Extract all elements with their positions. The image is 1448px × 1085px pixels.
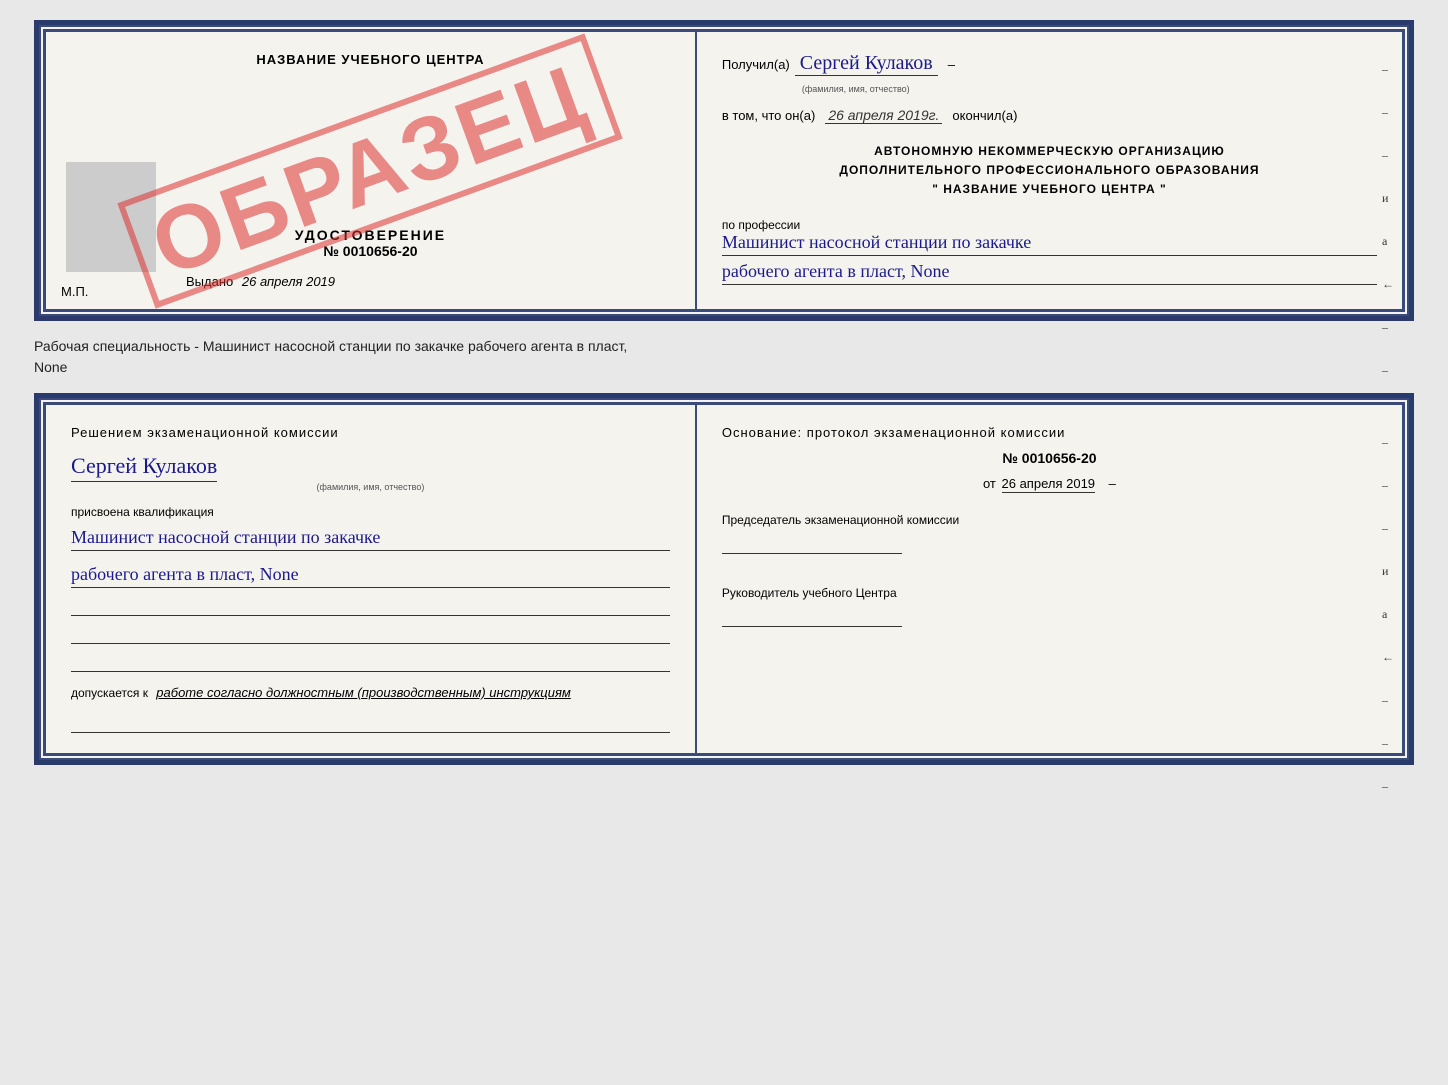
protocol-date-value: 26 апреля 2019 [1002,476,1096,493]
allowed-section: допускается к работе согласно должностны… [71,685,670,700]
protocol-date: от 26 апреля 2019 – [722,476,1377,491]
dash1: – [948,57,955,72]
date-prefix: в том, что он(а) [722,108,815,123]
chairman-section: Председатель экзаменационной комиссии [722,511,1377,554]
allowed-text: работе согласно должностным (производств… [156,685,571,700]
allowed-prefix: допускается к [71,686,148,700]
separator-text: Рабочая специальность - Машинист насосно… [34,331,1414,383]
certificate-label: УДОСТОВЕРЕНИЕ [71,227,670,243]
director-signature-line [722,602,902,627]
bottom-fio-sublabel: (фамилия, имя, отчество) [71,482,670,492]
protocol-number: № 0010656-20 [722,450,1377,466]
photo-placeholder [66,162,156,272]
certificate-number: № 0010656-20 [71,243,670,259]
commission-title: Решением экзаменационной комиссии [71,425,670,440]
date-suffix: окончил(а) [952,108,1017,123]
profession-line2: рабочего агента в пласт, None [722,261,1377,285]
protocol-date-prefix: от [983,476,996,491]
qualification-line1: Машинист насосной станции по закачке [71,527,670,551]
separator-line1: Рабочая специальность - Машинист насосно… [34,336,1414,357]
underline4 [71,713,670,733]
chairman-title: Председатель экзаменационной комиссии [722,511,1377,529]
obrazec-stamp: ОБРАЗЕЦ [118,33,623,308]
basis-title: Основание: протокол экзаменационной коми… [722,425,1377,440]
fio-sublabel: (фамилия, имя, отчество) [722,84,1377,94]
recipient-name: Сергей Кулаков [795,52,938,76]
mp-label: М.П. [61,284,88,299]
profession-label: по профессии [722,218,1377,232]
chairman-signature-line [722,529,902,554]
profession-line1: Машинист насосной станции по закачке [722,232,1377,256]
org-line3: " НАЗВАНИЕ УЧЕБНОГО ЦЕНТРА " [722,180,1377,199]
profession-section: по профессии Машинист насосной станции п… [722,218,1377,285]
received-line: Получил(а) Сергей Кулаков – [722,52,1377,76]
separator-line2: None [34,357,1414,378]
training-center-title: НАЗВАНИЕ УЧЕБНОГО ЦЕНТРА [256,52,484,67]
org-line2: ДОПОЛНИТЕЛЬНОГО ПРОФЕССИОНАЛЬНОГО ОБРАЗО… [722,161,1377,180]
certificate-left-panel: НАЗВАНИЕ УЧЕБНОГО ЦЕНТРА УДОСТОВЕРЕНИЕ №… [46,32,697,309]
qualification-label: присвоена квалификация [71,505,670,519]
issued-date: 26 апреля 2019 [242,274,335,289]
right-dashes: – – – и а ← – – [1382,62,1394,378]
director-title: Руководитель учебного Центра [722,584,1377,602]
issued-line: Выдано 26 апреля 2019 [71,274,670,289]
bottom-right-dashes: – – – и а ← – – – [1382,435,1394,794]
issued-label: Выдано [186,274,233,289]
date-value: 26 апреля 2019г. [825,107,942,124]
qualification-line2: рабочего агента в пласт, None [71,564,670,588]
certificate-right-panel: – – – и а ← – – Получил(а) Сергей Кулако… [697,32,1402,309]
received-label: Получил(а) [722,57,790,72]
underline2 [71,624,670,644]
date-line: в том, что он(а) 26 апреля 2019г. окончи… [722,107,1377,124]
bottom-left-panel: Решением экзаменационной комиссии Сергей… [46,405,697,753]
bottom-right-panel: – – – и а ← – – – Основание: протокол эк… [697,405,1402,753]
underline3 [71,652,670,672]
org-text: АВТОНОМНУЮ НЕКОММЕРЧЕСКУЮ ОРГАНИЗАЦИЮ ДО… [722,142,1377,200]
person-section: Сергей Кулаков (фамилия, имя, отчество) [71,453,670,492]
org-line1: АВТОНОМНУЮ НЕКОММЕРЧЕСКУЮ ОРГАНИЗАЦИЮ [722,142,1377,161]
person-name: Сергей Кулаков [71,453,217,482]
director-section: Руководитель учебного Центра [722,584,1377,627]
underline1 [71,596,670,616]
